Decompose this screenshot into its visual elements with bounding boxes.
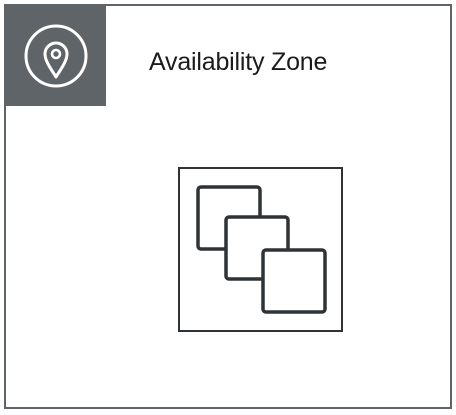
availability-zone-badge xyxy=(6,6,106,106)
instance-square-front xyxy=(261,248,327,314)
availability-zone-group: Availability Zone xyxy=(4,4,452,409)
map-pin-icon xyxy=(24,24,88,88)
group-title: Availability Zone xyxy=(149,48,328,76)
instances-icon xyxy=(178,167,343,332)
